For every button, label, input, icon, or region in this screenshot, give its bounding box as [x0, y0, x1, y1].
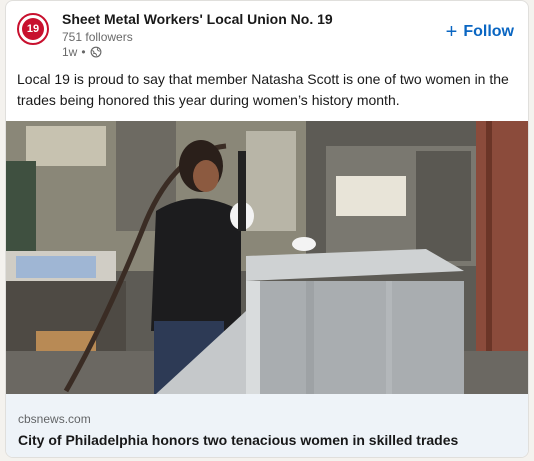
org-name[interactable]: Sheet Metal Workers' Local Union No. 19: [62, 11, 333, 27]
post-header: 19 Sheet Metal Workers' Local Union No. …: [6, 1, 528, 63]
post-text: Local 19 is proud to say that member Nat…: [17, 71, 509, 108]
link-preview[interactable]: cbsnews.com City of Philadelphia honors …: [6, 394, 528, 457]
meta-separator: •: [81, 45, 86, 59]
org-logo[interactable]: 19: [17, 13, 49, 45]
link-source: cbsnews.com: [18, 412, 91, 426]
org-logo-badge: 19: [22, 18, 44, 40]
globe-icon: [90, 46, 101, 58]
post-image[interactable]: [6, 121, 528, 394]
follower-count: 751 followers: [62, 30, 133, 44]
post-time: 1w: [62, 45, 78, 59]
post-card: 19 Sheet Metal Workers' Local Union No. …: [5, 0, 529, 458]
follow-label: Follow: [463, 23, 514, 40]
workshop-photo: [6, 121, 528, 394]
follow-button[interactable]: + Follow: [445, 21, 514, 43]
plus-icon: +: [445, 21, 458, 43]
link-headline[interactable]: City of Philadelphia honors two tenaciou…: [18, 432, 458, 448]
post-meta: 1w •: [62, 45, 102, 59]
